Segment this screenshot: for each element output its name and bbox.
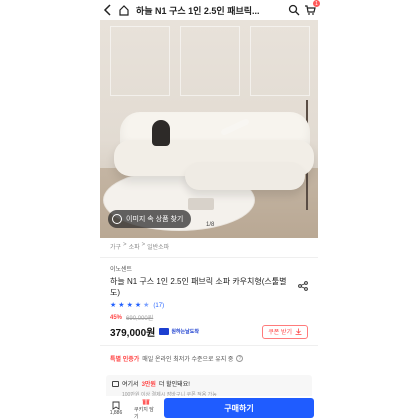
benefit-suffix: 더 할인돼요! — [158, 382, 190, 388]
info-icon[interactable]: ? — [236, 355, 244, 362]
wall-panel — [110, 26, 170, 96]
divider — [100, 257, 318, 258]
gift-button[interactable]: 쿠키지 담기 — [134, 397, 158, 420]
buy-button[interactable]: 구매하기 — [164, 398, 314, 418]
save-count: 1,886 — [109, 409, 123, 416]
special-price-row: 특별 인증가 매일 온라인 최저가 수준으로 유지 중 ? — [110, 354, 308, 363]
image-search-label: 이미지 속 상품 찾기 — [126, 216, 184, 223]
breadcrumb-item[interactable]: 소파 — [129, 242, 140, 251]
benefit-prefix: 여기서 — [122, 382, 139, 388]
sale-price: 379,000원 — [110, 328, 156, 339]
breadcrumb-separator: > — [123, 242, 127, 248]
breadcrumb-item[interactable]: 가구 — [110, 242, 121, 251]
cart-icon[interactable]: 1 — [302, 0, 320, 18]
special-price-label: 특별 인증가 — [110, 357, 140, 363]
delivery-badge: 원하는날도착 — [159, 328, 199, 335]
breadcrumb-item[interactable]: 일반소파 — [147, 242, 169, 251]
review-count[interactable]: (17) — [153, 303, 164, 309]
cart-icon — [112, 380, 119, 387]
bottom-action-bar: 1,886 쿠키지 담기 구매하기 — [100, 396, 318, 420]
sofa-ottoman — [185, 162, 305, 190]
person-figure — [152, 120, 170, 146]
lens-icon — [112, 214, 122, 224]
cart-count-badge: 1 — [313, 0, 320, 7]
delivery-label: 원하는날도착 — [171, 329, 199, 335]
gift-icon — [142, 398, 150, 405]
price-row: 379,000원 원하는날도착 쿠폰 받기 — [110, 324, 308, 339]
discount-row: 45% 690,000원 — [110, 313, 308, 323]
divider — [100, 345, 318, 346]
coupon-label: 쿠폰 받기 — [268, 330, 292, 336]
breadcrumb-separator: > — [141, 242, 146, 248]
half-star-icon: ★ — [143, 302, 150, 309]
benefit-highlight: 3만원 — [141, 382, 156, 388]
rating-row[interactable]: ★ ★ ★ ★ ★ (17) — [110, 302, 308, 309]
product-image-carousel[interactable]: 이미지 속 상품 찾기 — [100, 20, 318, 238]
star-icon: ★ — [110, 302, 117, 309]
product-info-section: 가구 > 소파 > 일반소파 이노센트 하늘 N1 구스 1인 2.5인 패브릭… — [100, 238, 318, 420]
star-icon: ★ — [134, 302, 142, 309]
back-arrow-icon[interactable] — [100, 2, 116, 18]
download-icon — [295, 328, 302, 335]
original-price: 690,000원 — [126, 316, 154, 322]
product-name: 하늘 N1 구스 1인 2.5인 패브릭 소파 카우치형(스툴별도) — [110, 277, 287, 297]
search-icon[interactable] — [286, 2, 302, 18]
image-search-button[interactable]: 이미지 속 상품 찾기 — [108, 210, 192, 228]
bookmark-icon — [112, 401, 120, 410]
breadcrumb: 가구 > 소파 > 일반소파 — [110, 242, 308, 251]
top-nav-bar: 하늘 N1 구스 1인 2.5인 패브릭... 1 — [100, 0, 320, 20]
gift-label: 쿠키지 담기 — [134, 406, 154, 420]
coupon-button[interactable]: 쿠폰 받기 — [262, 324, 308, 339]
star-icon: ★ — [118, 302, 125, 309]
wall-panel — [250, 26, 310, 96]
truck-icon — [159, 328, 170, 335]
brand-name[interactable]: 이노센트 — [110, 264, 308, 273]
home-icon[interactable] — [116, 2, 132, 18]
save-button[interactable]: 1,886 — [104, 401, 128, 416]
discount-rate: 45% — [110, 314, 123, 321]
star-icon: ★ — [126, 302, 133, 309]
page-title: 하늘 N1 구스 1인 2.5인 패브릭... — [136, 5, 260, 16]
wall-panel — [180, 26, 240, 96]
share-icon[interactable] — [298, 278, 308, 291]
side-table — [188, 198, 214, 210]
special-price-text: 매일 온라인 최저가 수준으로 유지 중 — [142, 357, 234, 363]
